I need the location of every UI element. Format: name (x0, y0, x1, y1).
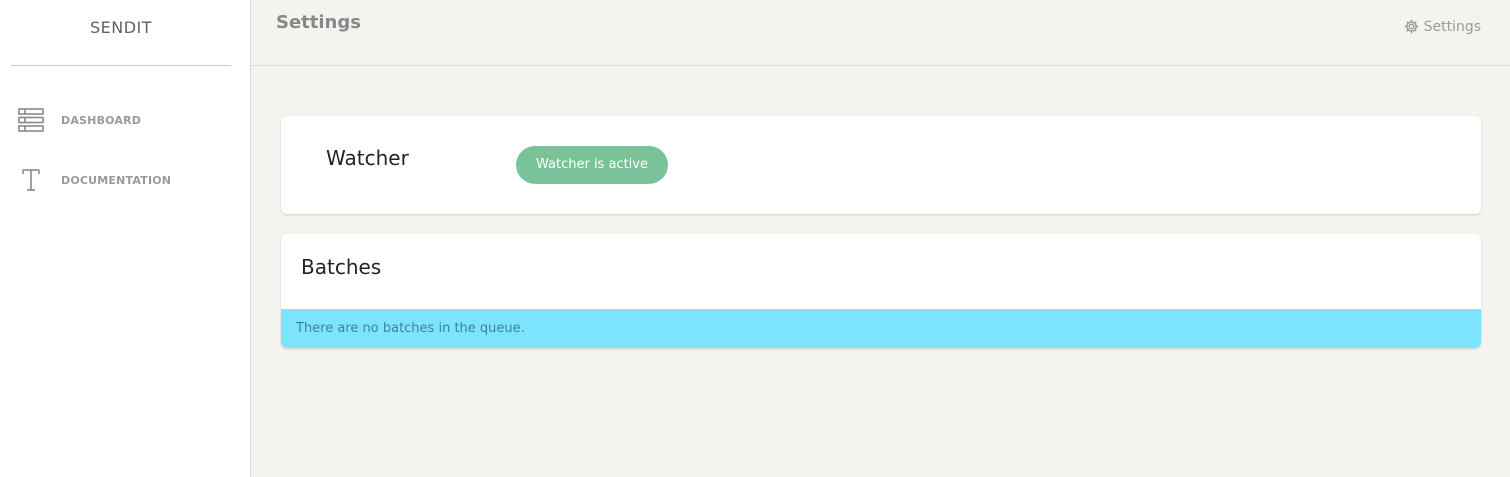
text-icon (15, 165, 47, 195)
sidebar-item-documentation[interactable]: DOCUMENTATION (15, 165, 171, 195)
top-navbar: Settings Settings (251, 0, 1510, 66)
empty-queue-alert: There are no batches in the queue. (281, 309, 1481, 348)
sidebar-item-label: DOCUMENTATION (61, 173, 172, 187)
watcher-status-badge[interactable]: Watcher is active (516, 146, 668, 184)
gear-icon (1404, 19, 1418, 34)
batches-title: Batches (301, 255, 382, 279)
sidebar-item-label: DASHBOARD (61, 113, 142, 127)
brand-logo[interactable]: SENDIT (11, 0, 231, 66)
list-icon (15, 105, 47, 135)
sidebar: SENDIT DASHBOARD DOCUMENTATION (0, 0, 251, 477)
sidebar-item-dashboard[interactable]: DASHBOARD (15, 105, 141, 135)
settings-label: Settings (1423, 18, 1481, 35)
page-title: Settings (276, 12, 361, 33)
batches-card: Batches There are no batches in the queu… (281, 234, 1481, 348)
settings-link[interactable]: Settings (1403, 18, 1481, 35)
watcher-card: Watcher Watcher is active (281, 116, 1481, 214)
watcher-title: Watcher (326, 146, 409, 170)
